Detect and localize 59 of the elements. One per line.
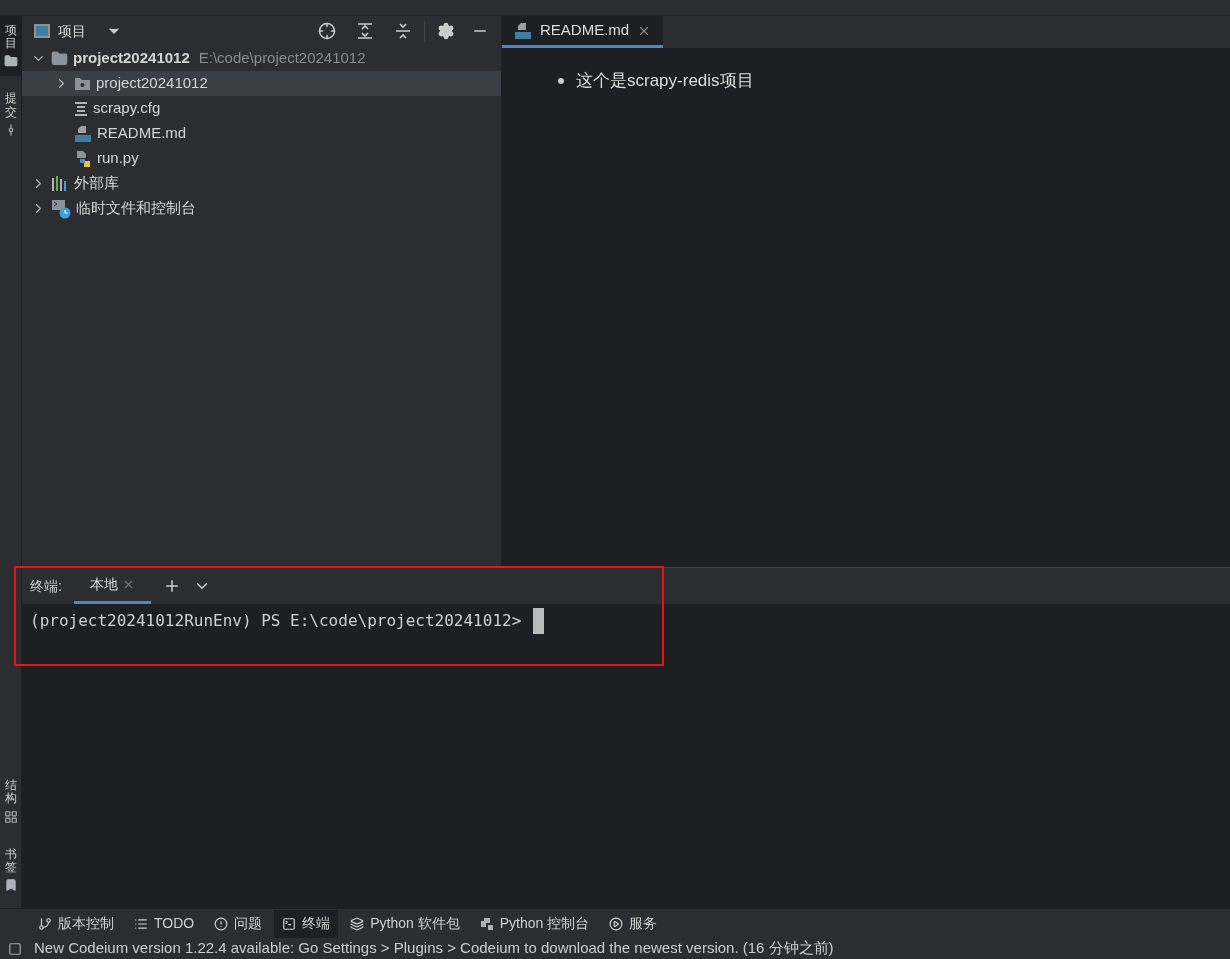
package-folder-icon — [74, 76, 91, 91]
tree-item[interactable]: 临时文件和控制台 — [22, 196, 501, 221]
library-icon — [51, 175, 69, 192]
tool-window-tab[interactable]: TODO — [126, 909, 203, 938]
terminal-label: 终端: — [30, 576, 62, 596]
tree-item-label: 外部库 — [74, 173, 119, 194]
expand-all-icon[interactable] — [356, 22, 374, 40]
status-icon[interactable] — [8, 941, 22, 956]
panel-icon — [34, 24, 50, 38]
terminal-prompt: (project20241012RunEnv) PS E:\code\project20241012> — [30, 610, 522, 632]
play-icon — [609, 916, 624, 931]
tool-window-tab[interactable]: Python 软件包 — [342, 909, 468, 938]
terminal-icon — [282, 916, 297, 931]
tree-item[interactable]: project20241012 — [22, 71, 501, 96]
tool-window-tab[interactable]: 版本控制 — [30, 909, 122, 938]
branch-icon — [38, 916, 52, 931]
bookmark-icon — [4, 878, 18, 892]
side-tab[interactable]: 提交 — [0, 84, 22, 145]
scratch-console-icon — [51, 198, 71, 219]
tree-item-label: 临时文件和控制台 — [76, 198, 196, 219]
panel-title[interactable]: 项目 — [58, 20, 86, 42]
bullet-text: 这个是scrapy-redis项目 — [576, 70, 754, 92]
collapse-all-icon[interactable] — [394, 22, 412, 40]
tree-item-path: E:\code\project20241012 — [198, 48, 366, 69]
side-tab[interactable]: 结构 — [0, 771, 22, 832]
editor-tab[interactable]: README.md — [502, 16, 664, 48]
tool-window-tab[interactable]: Python 控制台 — [471, 909, 598, 938]
structure-icon — [4, 809, 18, 824]
status-message: New Codeium version 1.22.4 available: Go Settings > Plugins > Codeium to download the newest version. (16 分钟之前) — [34, 938, 834, 959]
layers-icon — [350, 916, 365, 931]
terminal-tab[interactable]: 本地 — [73, 568, 151, 604]
config-file-icon — [74, 100, 88, 117]
settings-icon[interactable] — [437, 22, 455, 40]
tree-item[interactable]: README.md — [22, 121, 501, 146]
tool-window-tab[interactable]: 服务 — [601, 909, 666, 938]
tree-item[interactable]: project20241012 E:\code\project20241012 — [22, 46, 501, 71]
folder-icon — [4, 54, 18, 69]
tree-item-label: project20241012 — [96, 73, 208, 94]
terminal-cursor — [533, 608, 545, 634]
tool-window-tab[interactable]: 问题 — [206, 909, 271, 938]
alert-icon — [214, 916, 229, 931]
tree-item-label: run.py — [97, 148, 139, 169]
side-tab[interactable]: 书签 — [0, 839, 22, 900]
tree-item-label: scrapy.cfg — [93, 98, 161, 119]
tree-item-label: README.md — [97, 123, 187, 144]
side-tab[interactable]: 项目 — [0, 16, 22, 77]
folder-icon — [51, 50, 68, 67]
locate-icon[interactable] — [318, 22, 336, 40]
tree-item[interactable]: scrapy.cfg — [22, 96, 501, 121]
markdown-file-icon — [74, 124, 92, 143]
markdown-file-icon — [514, 21, 532, 40]
list-icon — [134, 916, 148, 931]
bullet-icon — [558, 77, 564, 84]
tool-window-tab[interactable]: 终端 — [274, 909, 339, 938]
python-icon — [479, 916, 494, 931]
tree-item-label: project20241012 — [73, 48, 190, 69]
python-file-icon — [74, 149, 92, 168]
tree-item[interactable]: 外部库 — [22, 171, 501, 196]
tree-item[interactable]: run.py — [22, 146, 501, 171]
